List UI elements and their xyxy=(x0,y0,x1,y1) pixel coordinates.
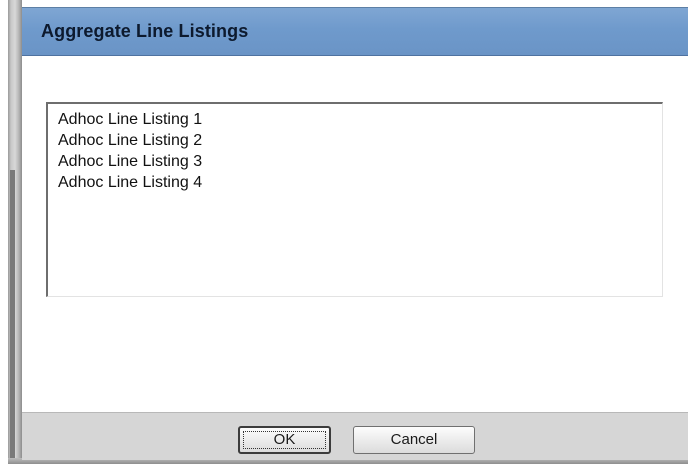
list-item[interactable]: Adhoc Line Listing 3 xyxy=(58,151,662,172)
cancel-button[interactable]: Cancel xyxy=(353,426,475,454)
cancel-button-label: Cancel xyxy=(390,431,438,448)
background-window: Aggregate Line Listings Adhoc Line Listi… xyxy=(0,0,688,472)
list-item[interactable]: Adhoc Line Listing 4 xyxy=(58,172,662,193)
list-item[interactable]: Adhoc Line Listing 1 xyxy=(58,109,662,130)
parent-window-scrollbar xyxy=(10,170,15,460)
list-item[interactable]: Adhoc Line Listing 2 xyxy=(58,130,662,151)
dialog-title: Aggregate Line Listings xyxy=(41,21,249,41)
focus-indicator xyxy=(243,431,326,449)
dialog-button-bar: OK Cancel xyxy=(22,412,688,460)
line-listings-listbox[interactable]: Adhoc Line Listing 1 Adhoc Line Listing … xyxy=(46,102,663,297)
aggregate-line-listings-dialog: Aggregate Line Listings Adhoc Line Listi… xyxy=(22,7,688,460)
dialog-title-bar[interactable]: Aggregate Line Listings xyxy=(22,8,688,56)
ok-button[interactable]: OK xyxy=(238,426,331,454)
